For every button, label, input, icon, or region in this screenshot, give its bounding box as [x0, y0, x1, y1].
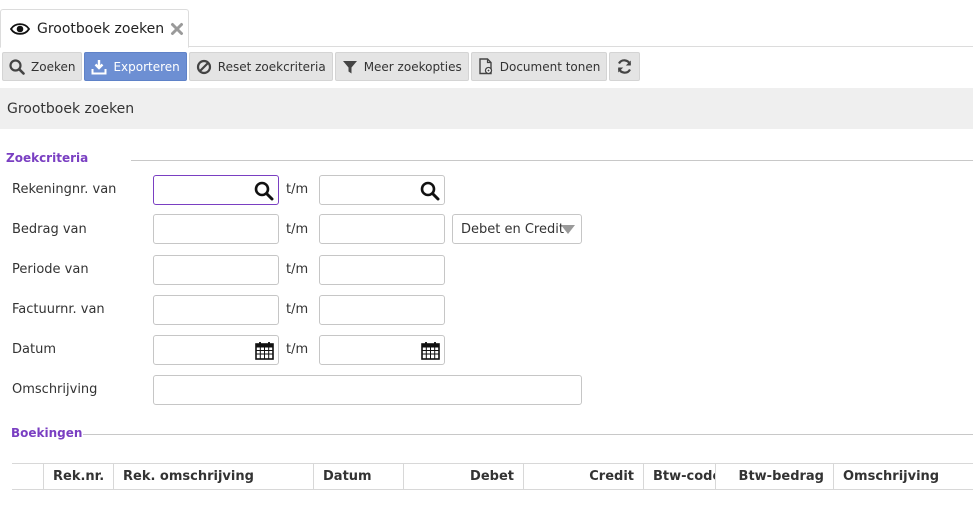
caret-down-icon: [561, 225, 575, 234]
amount-to-input[interactable]: [319, 214, 445, 244]
document-icon: [479, 58, 492, 75]
more-options-label: Meer zoekopties: [363, 59, 462, 74]
column-header[interactable]: Btw-code: [644, 464, 716, 489]
column-header[interactable]: Credit: [524, 464, 644, 489]
more-options-button[interactable]: Meer zoekopties: [334, 52, 469, 81]
column-header[interactable]: Rek. omschrijving: [114, 464, 314, 489]
amount-from-input[interactable]: [153, 214, 279, 244]
column-header[interactable]: Omschrijving: [834, 464, 973, 489]
range-separator: t/m: [286, 262, 309, 277]
eye-icon: [10, 22, 30, 35]
range-separator: t/m: [286, 222, 309, 237]
bookings-divider: [83, 434, 973, 435]
date-to-input[interactable]: [319, 335, 445, 365]
show-document-button[interactable]: Document tonen: [470, 52, 608, 81]
range-separator: t/m: [286, 182, 309, 197]
period-from-input[interactable]: [153, 255, 279, 285]
period-to-input[interactable]: [319, 255, 445, 285]
tab-grootboek-zoeken[interactable]: Grootboek zoeken: [0, 9, 189, 48]
invoice-from-label: Factuurnr. van: [12, 302, 105, 317]
bookings-table-header: Rek.nr. Rek. omschrijving Datum Debet Cr…: [12, 463, 973, 490]
refresh-button[interactable]: [609, 52, 641, 81]
range-separator: t/m: [286, 342, 309, 357]
search-icon[interactable]: [420, 181, 440, 201]
debit-credit-select[interactable]: Debet en Credit: [452, 214, 582, 244]
reset-criteria-button[interactable]: Reset zoekcriteria: [188, 52, 333, 81]
period-from-label: Periode van: [12, 262, 89, 277]
description-label: Omschrijving: [12, 382, 98, 397]
refresh-icon: [618, 59, 632, 74]
reset-criteria-label: Reset zoekcriteria: [217, 59, 326, 74]
account-to-input[interactable]: [319, 175, 445, 205]
select-column-header[interactable]: [12, 464, 44, 489]
bookings-legend: Boekingen: [11, 426, 83, 440]
page-title: Grootboek zoeken: [0, 88, 973, 129]
criteria-divider: [131, 160, 973, 161]
search-icon[interactable]: [254, 181, 274, 201]
column-header[interactable]: Btw-bedrag: [716, 464, 834, 489]
column-header[interactable]: Datum: [314, 464, 404, 489]
debit-credit-value: Debet en Credit: [461, 221, 564, 237]
account-from-input[interactable]: [153, 175, 279, 205]
column-header[interactable]: Rek.nr.: [44, 464, 114, 489]
calendar-icon[interactable]: [421, 341, 440, 360]
ban-icon: [196, 59, 211, 74]
toolbar: Zoeken Exporteren Reset zoekcriteria Mee…: [0, 52, 641, 81]
invoice-to-input[interactable]: [319, 295, 445, 325]
criteria-legend: Zoekcriteria: [6, 151, 89, 165]
column-header[interactable]: Debet: [404, 464, 524, 489]
amount-from-label: Bedrag van: [12, 222, 87, 237]
description-input[interactable]: [153, 375, 582, 405]
show-document-label: Document tonen: [499, 59, 601, 74]
tab-bar: Grootboek zoeken: [0, 0, 973, 48]
tab-label: Grootboek zoeken: [37, 20, 165, 37]
date-from-input[interactable]: [153, 335, 279, 365]
export-button-label: Exporteren: [113, 59, 180, 74]
range-separator: t/m: [286, 302, 309, 317]
invoice-from-input[interactable]: [153, 295, 279, 325]
date-label: Datum: [12, 342, 56, 357]
search-icon: [9, 58, 25, 75]
calendar-icon[interactable]: [255, 341, 274, 360]
filter-icon: [342, 60, 357, 73]
close-icon[interactable]: [170, 22, 184, 36]
export-button[interactable]: Exporteren: [84, 52, 187, 81]
search-button-label: Zoeken: [31, 59, 76, 74]
download-icon: [91, 59, 107, 74]
account-from-label: Rekeningnr. van: [12, 182, 117, 197]
search-button[interactable]: Zoeken: [2, 52, 83, 81]
